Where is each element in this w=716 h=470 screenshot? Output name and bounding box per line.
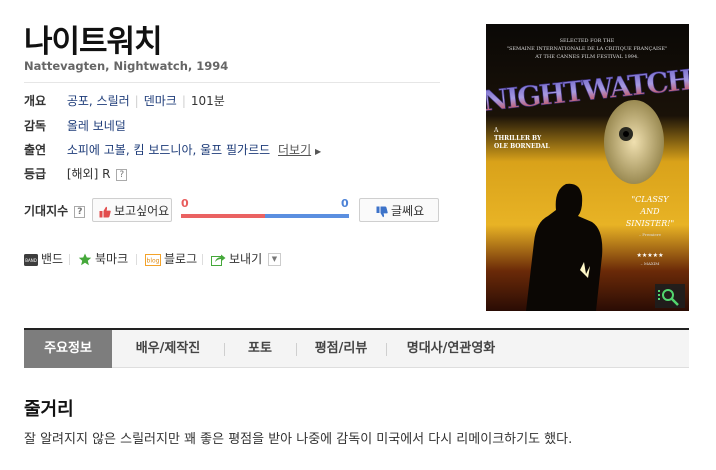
poster-quote-1: "CLASSY xyxy=(632,195,670,204)
poster-stars: ★★★★★ xyxy=(637,252,664,259)
synopsis-text: 잘 알려지지 않은 스릴러지만 꽤 좋은 평점을 받아 나중에 감독이 미국에서… xyxy=(24,432,573,447)
poster-quote-3: SINISTER!" xyxy=(626,219,674,228)
band-label: 밴드 xyxy=(41,252,64,266)
divider: | xyxy=(134,94,139,108)
tab-main-info[interactable]: 주요정보 xyxy=(24,330,112,368)
poster-thriller-1: A xyxy=(493,127,499,134)
dislike-bar xyxy=(265,214,349,218)
dislike-count: 0 xyxy=(341,197,349,210)
tab-quotes-related[interactable]: 명대사/연관영화 xyxy=(386,330,516,368)
blog-label: 블로그 xyxy=(164,252,198,266)
movie-poster[interactable]: SELECTED FOR THE "SEMAINE INTERNATIONALE… xyxy=(486,24,689,311)
blog-icon-text: blog xyxy=(147,257,160,264)
bookmark-button[interactable]: 북마크 xyxy=(78,250,128,268)
share-arrow-icon xyxy=(211,254,226,266)
rating-label: 등급 xyxy=(24,167,47,181)
info-overview-row: 개요 공포, 스릴러 | 덴마크 | 101분 xyxy=(24,92,225,110)
divider xyxy=(69,254,70,265)
band-share-button[interactable]: BAND 밴드 xyxy=(24,250,63,268)
want-to-see-button[interactable]: 보고싶어요 xyxy=(92,198,172,222)
divider xyxy=(136,254,137,265)
tab-bar: 주요정보 배우/제작진 포토 평점/리뷰 명대사/연관영화 xyxy=(24,328,689,368)
genre-link[interactable]: 공포, 스릴러 xyxy=(67,94,130,108)
want-label: 보고싶어요 xyxy=(114,204,170,218)
bookmark-label: 북마크 xyxy=(95,252,129,266)
blog-share-button[interactable]: blog 블로그 xyxy=(145,250,197,268)
poster-thriller-3: OLE BORNEDAL xyxy=(494,143,550,150)
thumbs-down-icon xyxy=(376,206,388,217)
want-count: 0 xyxy=(181,197,189,210)
poster-stars-source: – MAXIM xyxy=(641,261,660,266)
movie-subtitle: Nattevagten, Nightwatch, 1994 xyxy=(24,59,229,73)
band-icon-text: BAND xyxy=(25,258,37,263)
chevron-down-icon[interactable]: ▼ xyxy=(267,253,281,266)
poster-quote-2: AND xyxy=(639,207,660,216)
expectation-label: 기대지수 ? xyxy=(24,202,86,219)
help-icon[interactable]: ? xyxy=(74,205,86,218)
help-icon[interactable]: ? xyxy=(116,168,128,181)
poster-artwork: SELECTED FOR THE "SEMAINE INTERNATIONALE… xyxy=(486,24,689,311)
tab-photo[interactable]: 포토 xyxy=(224,330,296,368)
thumbs-up-icon xyxy=(99,206,111,217)
movie-title: 나이트워치 xyxy=(24,24,163,60)
star-icon xyxy=(78,253,92,266)
poster-top-text-2: "SEMAINE INTERNATIONALE DE LA CRITIQUE F… xyxy=(507,46,668,52)
expectation-label-text: 기대지수 xyxy=(24,204,69,218)
cast-label: 출연 xyxy=(24,143,47,157)
divider xyxy=(24,82,440,83)
info-rating-row: 등급 [해외] R ? xyxy=(24,165,128,183)
country-link[interactable]: 덴마크 xyxy=(144,94,177,108)
divider xyxy=(202,254,203,265)
dislike-button[interactable]: 글쎄요 xyxy=(359,198,439,222)
synopsis-heading: 줄거리 xyxy=(24,399,74,420)
send-button[interactable]: 보내기 ▼ xyxy=(211,250,281,268)
director-label: 감독 xyxy=(24,119,47,133)
tab-cast-crew[interactable]: 배우/제작진 xyxy=(112,330,224,368)
dislike-label: 글쎄요 xyxy=(391,204,425,218)
cast-links[interactable]: 소피에 고볼, 킴 보드니아, 울프 필가르드 xyxy=(67,143,270,157)
tab-reviews[interactable]: 평점/리뷰 xyxy=(296,330,386,368)
poster-top-text-1: SELECTED FOR THE xyxy=(560,38,615,44)
send-label: 보내기 xyxy=(229,252,263,266)
info-director-row: 감독 올레 보네덜 xyxy=(24,117,126,135)
poster-thriller-2: THRILLER BY xyxy=(494,135,542,142)
blog-icon: blog xyxy=(145,253,161,266)
divider: | xyxy=(181,94,186,108)
director-link[interactable]: 올레 보네덜 xyxy=(67,119,126,133)
want-bar xyxy=(181,214,265,218)
band-icon: BAND xyxy=(24,253,38,266)
info-cast-row: 출연 소피에 고볼, 킴 보드니아, 울프 필가르드 더보기 ▶ xyxy=(24,141,321,159)
rating-value: [해외] R xyxy=(66,167,111,181)
runtime: 101분 xyxy=(190,94,225,108)
poster-quote-source: – Premiere xyxy=(639,232,662,237)
overview-label: 개요 xyxy=(24,94,47,108)
poster-top-text-3: AT THE CANNES FILM FESTIVAL 1994. xyxy=(534,54,639,60)
chevron-right-icon[interactable]: ▶ xyxy=(315,147,321,156)
cast-more-link[interactable]: 더보기 xyxy=(278,143,311,157)
